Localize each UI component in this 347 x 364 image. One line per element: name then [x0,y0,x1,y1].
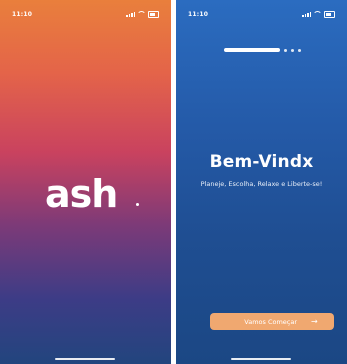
home-indicator [55,358,115,360]
status-time: 11:10 [12,10,33,18]
page-indicator-dot[interactable] [291,48,294,52]
app-logo: ash [45,172,118,216]
home-indicator [231,358,291,360]
page-indicator-active[interactable] [224,48,280,52]
status-time: 11:10 [188,10,209,18]
welcome-subtitle: Planeje, Escolha, Relaxe e Liberte-se! [200,180,323,188]
page-indicator-dot[interactable] [284,48,287,52]
signal-icon [126,11,135,17]
signal-icon [302,11,311,17]
splash-screen: 11:10 ash [0,0,171,364]
arrow-right-icon: → [311,317,318,326]
status-icons [126,10,159,18]
start-button[interactable]: Vamos Começar → [210,313,334,330]
start-button-label: Vamos Começar [244,317,298,326]
status-bar: 11:10 [188,8,335,20]
wifi-icon [137,11,146,17]
welcome-title: Bem-Vindx [209,152,314,172]
welcome-screen: 11:10 Bem-Vindx Planeje, Escolha, Relaxe… [176,0,347,364]
page-indicator-dot[interactable] [298,48,301,52]
battery-icon [148,10,159,18]
status-bar: 11:10 [12,8,159,20]
logo-dot [136,203,139,206]
wifi-icon [313,11,322,17]
status-icons [302,10,335,18]
battery-icon [324,10,335,18]
page-indicator[interactable] [224,48,301,52]
